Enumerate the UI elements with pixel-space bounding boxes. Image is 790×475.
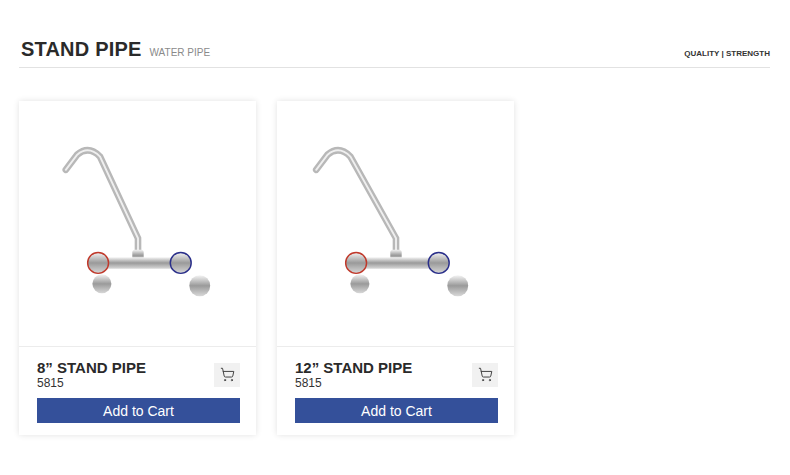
product-code: 5815 <box>37 376 146 390</box>
cart-button[interactable] <box>214 363 240 387</box>
faucet-image <box>43 139 233 309</box>
product-info: 12” STAND PIPE5815 Add to Cart <box>277 347 514 435</box>
product-name[interactable]: 12” STAND PIPE <box>295 359 412 376</box>
cart-button[interactable] <box>472 363 498 387</box>
product-row: 8” STAND PIPE5815 <box>37 359 240 390</box>
product-image[interactable] <box>277 101 514 347</box>
section-header: STAND PIPE WATER PIPE QUALITY | STRENGTH <box>19 38 770 68</box>
product-card[interactable]: 12” STAND PIPE5815 Add to Cart <box>277 101 514 435</box>
cart-icon <box>478 367 493 382</box>
product-info: 8” STAND PIPE5815 Add to Cart <box>19 347 256 435</box>
section-subtitle: WATER PIPE <box>150 47 211 58</box>
product-names: 12” STAND PIPE5815 <box>295 359 412 390</box>
product-names: 8” STAND PIPE5815 <box>37 359 146 390</box>
product-row: 12” STAND PIPE5815 <box>295 359 498 390</box>
product-grid: 8” STAND PIPE5815Add to Cart12” STAND PI… <box>19 101 770 435</box>
faucet-image <box>301 139 491 309</box>
product-name[interactable]: 8” STAND PIPE <box>37 359 146 376</box>
add-to-cart-button[interactable]: Add to Cart <box>37 398 240 423</box>
product-card[interactable]: 8” STAND PIPE5815 Add to Cart <box>19 101 256 435</box>
product-code: 5815 <box>295 376 412 390</box>
section-title: STAND PIPE <box>21 38 142 61</box>
tagline: QUALITY | STRENGTH <box>684 49 770 58</box>
page: STAND PIPE WATER PIPE QUALITY | STRENGTH 8”… <box>0 0 790 475</box>
product-image[interactable] <box>19 101 256 347</box>
cart-icon <box>220 367 235 382</box>
title-group: STAND PIPE WATER PIPE <box>21 38 210 61</box>
add-to-cart-button[interactable]: Add to Cart <box>295 398 498 423</box>
